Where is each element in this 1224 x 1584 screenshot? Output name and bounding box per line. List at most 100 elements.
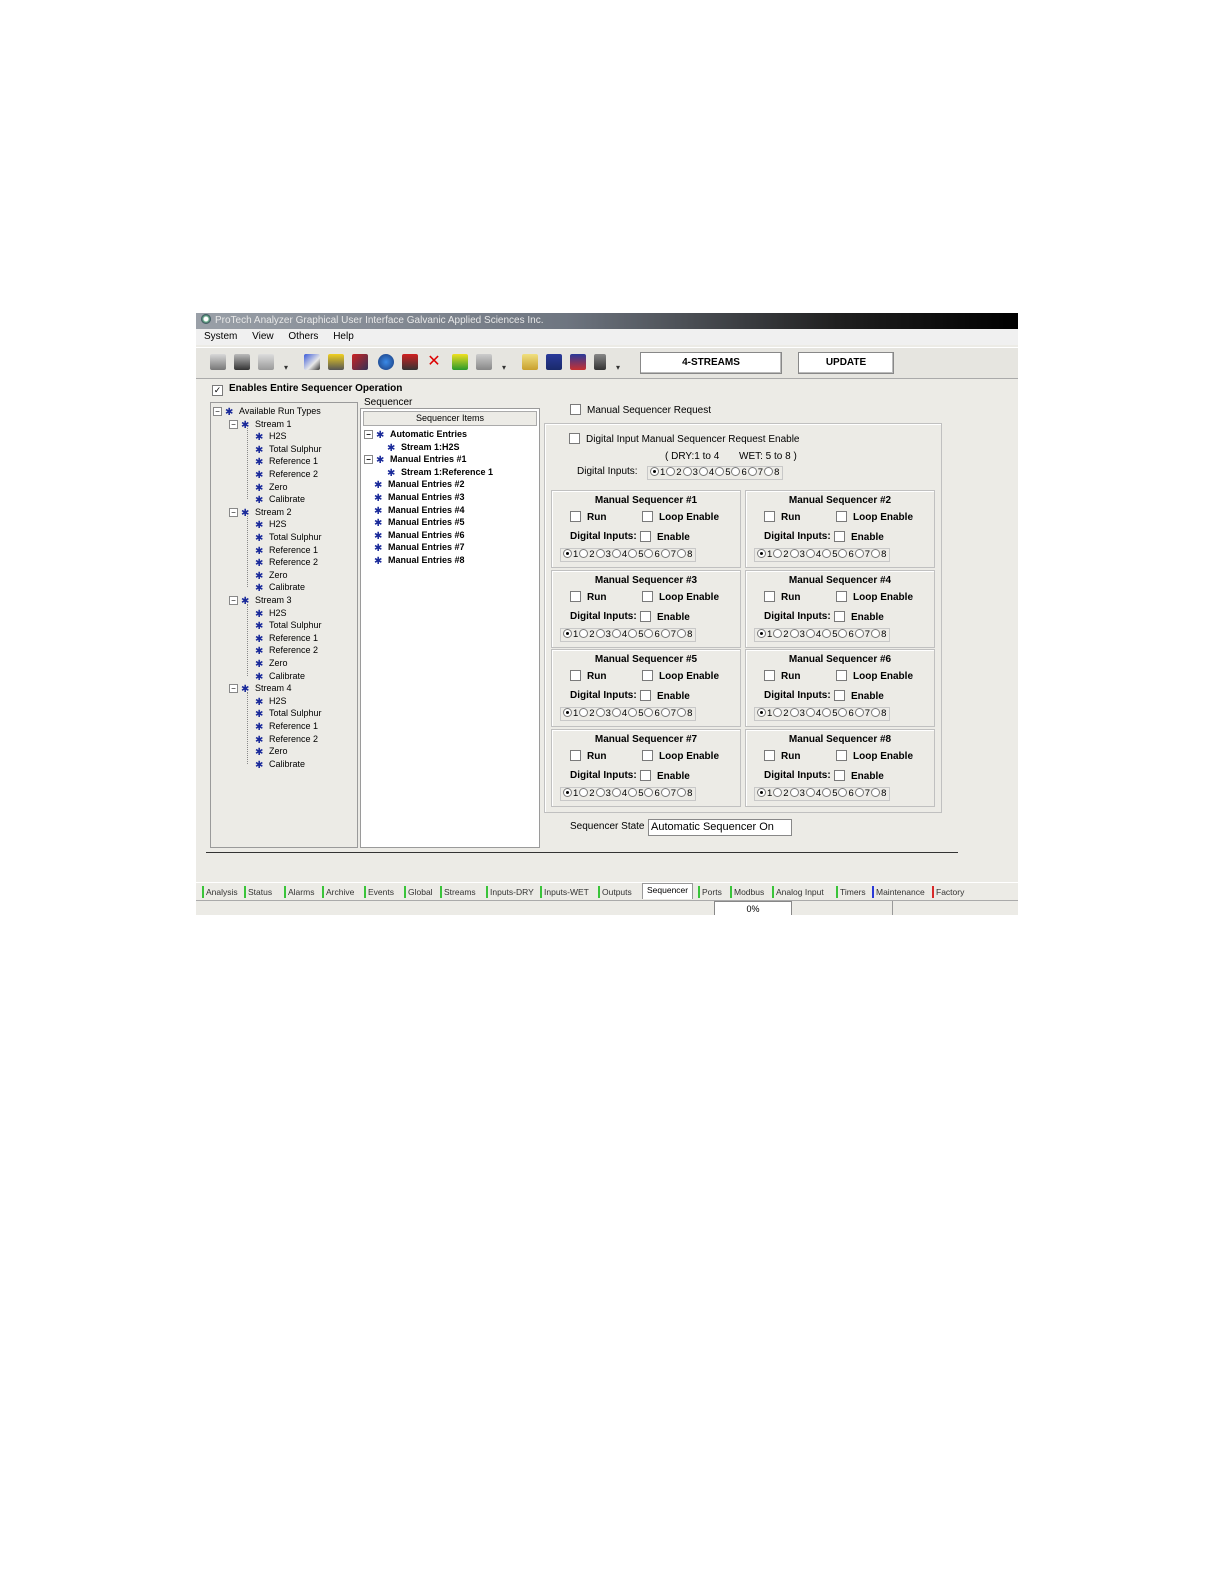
manual-sequencer-7-input-radio-4[interactable] bbox=[611, 787, 621, 797]
digital-input-radio-7[interactable] bbox=[747, 467, 757, 476]
manual-sequencer-3-input-radio-7[interactable] bbox=[660, 628, 670, 638]
stream-icon[interactable] bbox=[304, 354, 320, 370]
di-enable-option[interactable]: Enable bbox=[834, 531, 884, 543]
manual-sequencer-digital-input-radio-group[interactable]: 12345678 bbox=[560, 707, 697, 721]
enable-sequencer-option[interactable]: ✓ Enables Entire Sequencer Operation bbox=[212, 383, 402, 396]
tab-events[interactable]: Events bbox=[364, 886, 394, 898]
manual-sequencer-1-input-radio-6[interactable] bbox=[644, 549, 654, 558]
tab-factory[interactable]: Factory bbox=[932, 886, 964, 898]
tab-alarms[interactable]: Alarms bbox=[284, 886, 314, 898]
loop-enable-option[interactable]: Loop Enable bbox=[836, 590, 913, 603]
tab-analysis[interactable]: Analysis bbox=[202, 886, 238, 898]
menu-help[interactable]: Help bbox=[333, 331, 354, 342]
tree-node-sequence-entry[interactable]: ✱ Stream 1:H2S bbox=[387, 441, 460, 454]
manual-sequencer-2-input-radio-4[interactable] bbox=[805, 549, 815, 558]
di-enable-checkbox[interactable] bbox=[834, 690, 845, 701]
loop-enable-checkbox[interactable] bbox=[836, 670, 847, 681]
manual-sequencer-3-input-radio-6[interactable] bbox=[644, 628, 654, 638]
manual-sequencer-4-input-radio-6[interactable] bbox=[838, 628, 848, 638]
menu-view[interactable]: View bbox=[252, 331, 274, 342]
manual-sequencer-6-input-radio-2[interactable] bbox=[773, 708, 783, 717]
tree-node-run-type[interactable]: ✱ H2S bbox=[255, 607, 287, 620]
manual-sequencer-8-input-radio-8[interactable] bbox=[871, 787, 881, 797]
manual-sequencer-5-input-radio-6[interactable] bbox=[644, 708, 654, 717]
digital-input-radio-1[interactable] bbox=[650, 467, 659, 476]
valve-icon[interactable] bbox=[378, 354, 394, 370]
manual-sequencer-3-input-radio-3[interactable] bbox=[595, 628, 605, 638]
manual-sequencer-6-input-radio-5[interactable] bbox=[822, 708, 832, 717]
run-option[interactable]: Run bbox=[764, 749, 800, 762]
manual-sequencer-2-input-radio-8[interactable] bbox=[871, 549, 881, 558]
tree-node-run-type[interactable]: ✱ Reference 1 bbox=[255, 632, 318, 645]
di-enable-checkbox[interactable] bbox=[640, 690, 651, 701]
manual-sequencer-5-input-radio-8[interactable] bbox=[677, 708, 687, 717]
tree-node-run-type[interactable]: ✱ Reference 1 bbox=[255, 720, 318, 733]
collapse-toggle-icon[interactable]: − bbox=[229, 507, 238, 517]
manual-sequencer-digital-input-radio-group[interactable]: 12345678 bbox=[754, 548, 891, 562]
manual-sequencer-7-input-radio-6[interactable] bbox=[644, 787, 654, 797]
update-button[interactable]: UPDATE bbox=[798, 352, 894, 374]
tree-node-sequence-entry[interactable]: ✱ Stream 1:Reference 1 bbox=[387, 466, 493, 479]
manual-sequencer-2-input-radio-7[interactable] bbox=[854, 549, 864, 558]
tree-node-manual-entries-4[interactable]: ✱ Manual Entries #4 bbox=[374, 504, 465, 517]
run-checkbox[interactable] bbox=[764, 749, 775, 761]
manual-sequencer-4-input-radio-5[interactable] bbox=[822, 628, 832, 638]
manual-sequencer-4-input-radio-1[interactable] bbox=[757, 628, 766, 638]
loop-enable-option[interactable]: Loop Enable bbox=[642, 511, 719, 523]
manual-sequencer-4-input-radio-8[interactable] bbox=[871, 628, 881, 638]
tree-node-run-type[interactable]: ✱ H2S bbox=[255, 695, 287, 708]
manual-sequencer-digital-input-radio-group[interactable]: 12345678 bbox=[754, 627, 891, 642]
di-enable-option[interactable]: Enable bbox=[834, 769, 884, 782]
loop-enable-option[interactable]: Loop Enable bbox=[836, 511, 913, 523]
tab-ports[interactable]: Ports bbox=[698, 886, 722, 898]
manual-sequencer-8-input-radio-6[interactable] bbox=[838, 787, 848, 797]
manual-sequencer-7-input-radio-5[interactable] bbox=[628, 787, 638, 797]
tree-node-run-type[interactable]: ✱ Zero bbox=[255, 569, 288, 582]
device-icon[interactable] bbox=[258, 354, 274, 370]
tab-sequencer[interactable]: Sequencer bbox=[642, 883, 694, 899]
tab-inputs-wet[interactable]: Inputs-WET bbox=[540, 886, 589, 898]
run-checkbox[interactable] bbox=[570, 670, 581, 681]
manual-sequencer-6-input-radio-6[interactable] bbox=[838, 708, 848, 717]
manual-request-option[interactable]: Manual Sequencer Request bbox=[570, 404, 711, 416]
tree-node-run-type[interactable]: ✱ Reference 2 bbox=[255, 468, 318, 481]
manual-sequencer-1-input-radio-4[interactable] bbox=[611, 549, 621, 558]
collapse-toggle-icon[interactable]: − bbox=[364, 430, 373, 439]
tree-root-available-run-types[interactable]: − ✱ Available Run Types bbox=[213, 405, 321, 418]
collapse-toggle-icon[interactable]: − bbox=[229, 596, 238, 605]
manual-sequencer-2-input-radio-6[interactable] bbox=[838, 549, 848, 558]
loop-enable-checkbox[interactable] bbox=[642, 590, 653, 602]
digital-input-radio-4[interactable] bbox=[698, 467, 708, 476]
sequencer-items-header[interactable]: Sequencer Items bbox=[363, 411, 537, 426]
dropdown-arrow-icon[interactable]: ▾ bbox=[284, 364, 289, 372]
collapse-toggle-icon[interactable]: − bbox=[229, 419, 238, 429]
di-enable-checkbox[interactable] bbox=[834, 610, 845, 622]
manual-sequencer-6-input-radio-7[interactable] bbox=[854, 708, 864, 717]
digital-input-radio-8[interactable] bbox=[764, 467, 774, 476]
manual-sequencer-4-input-radio-7[interactable] bbox=[854, 628, 864, 638]
manual-sequencer-1-input-radio-7[interactable] bbox=[660, 549, 670, 558]
tab-maintenance[interactable]: Maintenance bbox=[872, 886, 925, 898]
manual-sequencer-5-input-radio-4[interactable] bbox=[611, 708, 621, 717]
pulse-icon[interactable] bbox=[594, 354, 606, 370]
di-enable-option[interactable]: Enable bbox=[640, 690, 690, 702]
manual-sequencer-7-input-radio-8[interactable] bbox=[677, 787, 687, 797]
analyzer-icon[interactable] bbox=[352, 354, 368, 370]
manual-sequencer-1-input-radio-2[interactable] bbox=[579, 549, 589, 558]
manual-sequencer-2-input-radio-5[interactable] bbox=[822, 549, 832, 558]
run-checkbox[interactable] bbox=[764, 511, 775, 522]
loop-enable-checkbox[interactable] bbox=[836, 749, 847, 761]
tree-node-stream-4[interactable]: − ✱ Stream 4 bbox=[229, 682, 292, 695]
tree-node-run-type[interactable]: ✱ Zero bbox=[255, 481, 288, 494]
manual-sequencer-6-input-radio-1[interactable] bbox=[757, 708, 766, 717]
di-request-enable-option[interactable]: Digital Input Manual Sequencer Request E… bbox=[569, 433, 799, 445]
run-option[interactable]: Run bbox=[764, 670, 800, 682]
manual-sequencer-3-input-radio-8[interactable] bbox=[677, 628, 687, 638]
dropdown-arrow-icon-2[interactable]: ▾ bbox=[502, 364, 507, 372]
run-types-tree[interactable]: − ✱ Available Run Types − ✱ Stream 1 ✱ H2S ✱ Tota… bbox=[210, 402, 358, 848]
manual-sequencer-8-input-radio-5[interactable] bbox=[822, 787, 832, 797]
manual-sequencer-8-input-radio-3[interactable] bbox=[789, 787, 799, 797]
tree-node-manual-entries-7[interactable]: ✱ Manual Entries #7 bbox=[374, 541, 465, 554]
manual-sequencer-digital-input-radio-group[interactable]: 12345678 bbox=[560, 786, 697, 801]
tree-node-run-type[interactable]: ✱ Zero bbox=[255, 745, 288, 758]
